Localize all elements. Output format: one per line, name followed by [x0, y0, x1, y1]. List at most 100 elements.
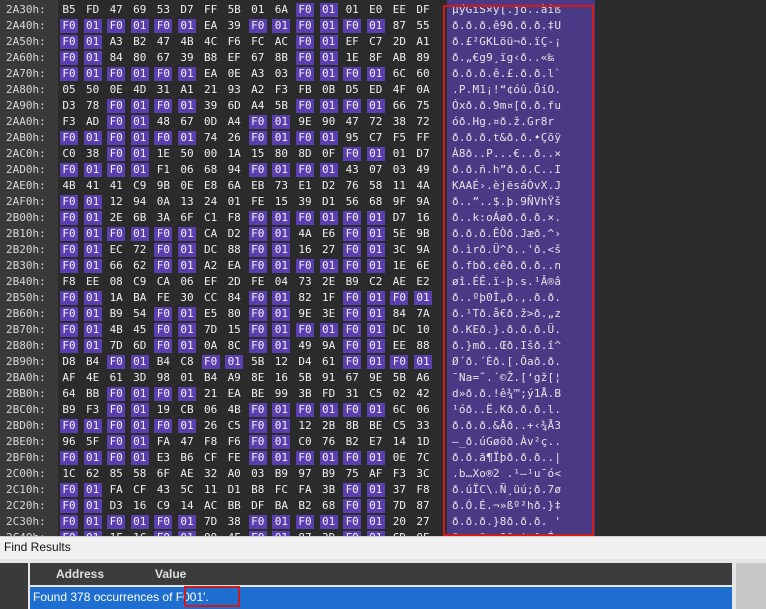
- hex-byte[interactable]: 7D: [107, 339, 125, 353]
- hex-byte[interactable]: 16: [296, 243, 314, 257]
- hex-byte[interactable]: 78: [84, 99, 102, 113]
- hex-byte[interactable]: 8D: [296, 147, 314, 161]
- hex-byte[interactable]: BB: [84, 387, 102, 401]
- hex-byte[interactable]: 4A: [296, 227, 314, 241]
- hex-byte[interactable]: 9E: [367, 371, 385, 385]
- hex-byte[interactable]: 4B: [225, 403, 243, 417]
- hex-byte[interactable]: 01: [83, 419, 102, 433]
- hex-byte[interactable]: 01: [272, 131, 291, 145]
- hex-byte[interactable]: 08: [107, 275, 125, 289]
- hex-byte[interactable]: 01: [83, 483, 102, 497]
- hex-byte[interactable]: 84: [390, 307, 408, 321]
- hex-byte[interactable]: 3A: [154, 211, 172, 225]
- hex-byte[interactable]: 01: [272, 291, 291, 305]
- hex-byte[interactable]: 87: [414, 499, 432, 513]
- hex-byte[interactable]: 61: [320, 355, 338, 369]
- hex-byte[interactable]: F0: [343, 211, 362, 225]
- hex-byte[interactable]: 01: [366, 403, 385, 417]
- hex-byte[interactable]: CC: [202, 291, 220, 305]
- hex-byte[interactable]: 5E: [390, 227, 408, 241]
- hex-byte[interactable]: AD: [84, 115, 102, 129]
- hex-byte[interactable]: 5B: [296, 371, 314, 385]
- hex-byte[interactable]: 01: [130, 387, 149, 401]
- hex-byte[interactable]: D1: [320, 195, 338, 209]
- hex-byte[interactable]: 4C: [202, 35, 220, 49]
- hex-byte[interactable]: F0: [154, 307, 173, 321]
- hex-byte[interactable]: BA: [272, 499, 290, 513]
- hex-byte[interactable]: 01: [83, 211, 102, 225]
- hex-byte[interactable]: F0: [60, 163, 78, 177]
- hex-byte[interactable]: C7: [367, 131, 385, 145]
- hex-byte[interactable]: 01: [178, 323, 196, 337]
- hex-byte[interactable]: C7: [367, 35, 385, 49]
- hex-byte[interactable]: F0: [248, 259, 267, 273]
- hex-byte[interactable]: 01: [319, 451, 338, 465]
- hex-byte[interactable]: 0E: [390, 451, 408, 465]
- hex-byte[interactable]: 01: [319, 67, 338, 81]
- hex-byte[interactable]: 9A: [414, 195, 432, 209]
- hex-byte[interactable]: 06: [178, 275, 196, 289]
- hex-byte[interactable]: E8: [202, 179, 220, 193]
- hex-byte[interactable]: C9: [154, 499, 172, 513]
- hex-byte[interactable]: 85: [107, 467, 125, 481]
- hex-byte[interactable]: B5: [60, 3, 78, 17]
- hex-byte[interactable]: DF: [249, 499, 267, 513]
- hex-byte[interactable]: F0: [296, 515, 314, 529]
- hex-byte[interactable]: 0F: [320, 147, 338, 161]
- hex-byte[interactable]: 90: [320, 115, 338, 129]
- hex-byte[interactable]: 01: [366, 515, 385, 529]
- hex-byte[interactable]: 01: [366, 307, 385, 321]
- hex-byte[interactable]: 49: [296, 339, 314, 353]
- hex-byte[interactable]: F0: [107, 67, 126, 81]
- hex-byte[interactable]: A3: [107, 35, 125, 49]
- hex-byte[interactable]: EA: [225, 387, 243, 401]
- hex-byte[interactable]: F0: [60, 307, 78, 321]
- hex-byte[interactable]: D5: [343, 83, 361, 97]
- hex-byte[interactable]: F0: [154, 227, 173, 241]
- hex-byte[interactable]: F0: [154, 243, 173, 257]
- hex-byte[interactable]: F8: [60, 275, 78, 289]
- column-header-value[interactable]: Value: [155, 567, 186, 581]
- hex-byte[interactable]: B4: [202, 371, 220, 385]
- hex-byte[interactable]: 6A: [272, 3, 290, 17]
- hex-byte[interactable]: CA: [154, 275, 172, 289]
- hex-byte[interactable]: F0: [154, 387, 173, 401]
- hex-byte[interactable]: 4F: [390, 83, 408, 97]
- hex-byte[interactable]: 98: [154, 371, 172, 385]
- hex-byte[interactable]: F0: [343, 483, 362, 497]
- hex-byte[interactable]: D2: [225, 227, 243, 241]
- hex-byte[interactable]: 01: [366, 227, 385, 241]
- hex-byte[interactable]: 01: [130, 19, 149, 33]
- hex-byte[interactable]: F0: [343, 403, 362, 417]
- hex-byte[interactable]: F0: [60, 67, 78, 81]
- hex-byte[interactable]: 01: [272, 211, 291, 225]
- hex-byte[interactable]: D3: [107, 499, 125, 513]
- hex-byte[interactable]: 01: [130, 435, 149, 449]
- hex-byte[interactable]: 0E: [107, 83, 125, 97]
- hex-byte[interactable]: 01: [83, 243, 102, 257]
- hex-byte[interactable]: 73: [296, 275, 314, 289]
- hex-byte[interactable]: AC: [202, 499, 220, 513]
- hex-byte[interactable]: 76: [343, 179, 361, 193]
- hex-byte[interactable]: 67: [249, 51, 267, 65]
- hex-byte[interactable]: 43: [343, 163, 361, 177]
- hex-byte[interactable]: F0: [107, 163, 126, 177]
- hex-byte[interactable]: C5: [225, 419, 243, 433]
- hex-byte[interactable]: B9: [60, 403, 78, 417]
- hex-byte[interactable]: E0: [367, 3, 385, 17]
- hex-byte[interactable]: 27: [414, 515, 432, 529]
- hex-byte[interactable]: 11: [390, 179, 408, 193]
- hex-byte[interactable]: F0: [343, 451, 362, 465]
- hex-byte[interactable]: F0: [343, 323, 362, 337]
- hex-byte[interactable]: ED: [367, 83, 385, 97]
- hex-byte[interactable]: B2: [296, 499, 314, 513]
- hex-byte[interactable]: 01: [130, 163, 149, 177]
- hex-byte[interactable]: F0: [60, 323, 78, 337]
- hex-byte[interactable]: F0: [248, 19, 267, 33]
- hex-byte[interactable]: 01: [272, 243, 291, 257]
- hex-byte[interactable]: 4A: [414, 179, 432, 193]
- hex-byte[interactable]: 3B: [296, 387, 314, 401]
- hex-byte[interactable]: 01: [272, 515, 291, 529]
- hex-byte[interactable]: F0: [343, 339, 362, 353]
- hex-byte[interactable]: 3B: [320, 483, 338, 497]
